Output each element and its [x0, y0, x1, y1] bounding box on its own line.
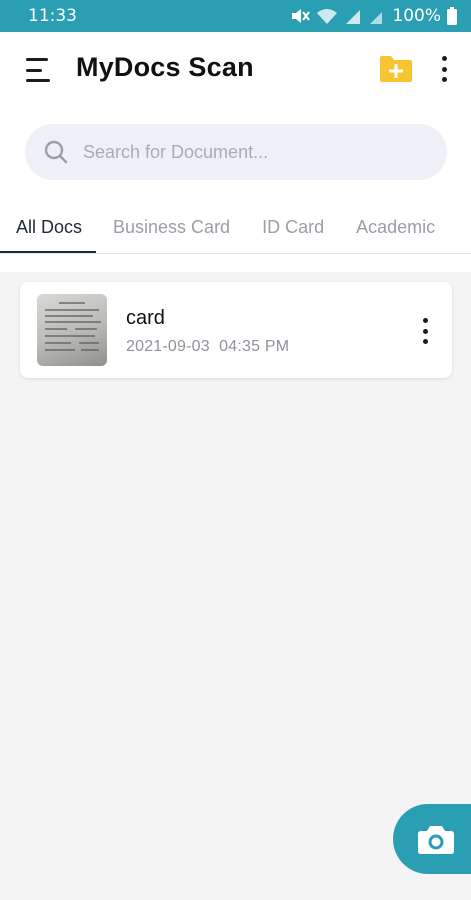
search-icon: [44, 140, 68, 164]
document-more-icon[interactable]: [418, 318, 432, 344]
document-name: card: [126, 307, 165, 329]
document-date: 2021-09-03: [126, 338, 210, 355]
tab-business-card[interactable]: Business Card: [113, 212, 230, 254]
hamburger-menu-icon[interactable]: [26, 58, 52, 82]
battery-level: 100%: [392, 6, 441, 26]
tab-divider: [0, 253, 471, 254]
document-thumbnail: [37, 294, 107, 366]
app-header: MyDocs Scan All Docs Business Card ID Ca…: [0, 32, 471, 272]
tab-all-docs[interactable]: All Docs: [0, 212, 97, 254]
tab-academic[interactable]: Academic: [356, 212, 435, 254]
add-folder-icon[interactable]: [378, 54, 414, 84]
search-input[interactable]: [83, 141, 403, 163]
wifi-icon: [317, 9, 338, 24]
signal-icon: [346, 10, 361, 24]
document-timestamp: 2021-09-03 04:35 PM: [126, 338, 289, 356]
search-bar[interactable]: [25, 124, 447, 180]
app-title: MyDocs Scan: [76, 52, 254, 82]
category-tabs: All Docs Business Card ID Card Academic: [0, 212, 471, 254]
status-time: 11:33: [28, 6, 77, 26]
mute-icon: [292, 9, 311, 23]
battery-icon: [447, 7, 457, 25]
tab-id-card[interactable]: ID Card: [262, 212, 324, 254]
signal-icon: [370, 12, 383, 24]
document-card[interactable]: card 2021-09-03 04:35 PM: [20, 282, 452, 378]
camera-icon: [418, 826, 454, 854]
document-time: 04:35 PM: [219, 338, 290, 355]
status-bar: 11:33 100%: [0, 0, 471, 32]
camera-button[interactable]: [393, 804, 471, 874]
status-icons: 100%: [290, 6, 457, 26]
more-vertical-icon[interactable]: [434, 54, 454, 84]
